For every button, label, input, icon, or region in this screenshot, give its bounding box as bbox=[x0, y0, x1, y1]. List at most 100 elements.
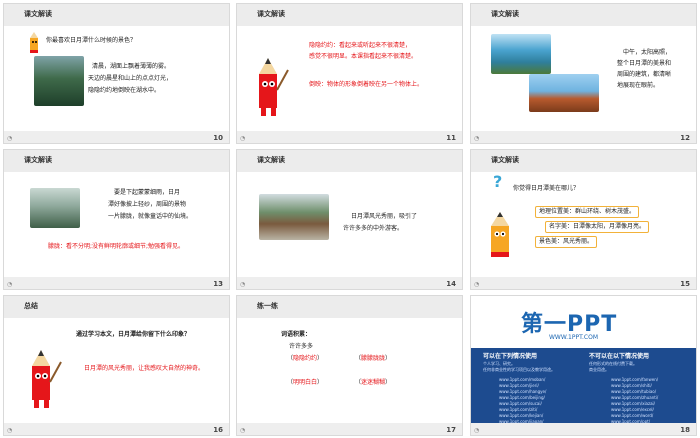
usage-info-panel: 可以在下列情况使用 不可以在以下情况使用 个人学习、研究。 任何非商业性的学习项… bbox=[471, 348, 696, 435]
passage-line-3: 周围的建筑，都清晰 bbox=[617, 71, 672, 78]
link-left[interactable]: www.1ppt.com/ziti/ bbox=[499, 407, 537, 412]
temple-photo bbox=[529, 74, 599, 112]
slide-number: 14 bbox=[446, 280, 456, 288]
slide-title: 练一练 bbox=[257, 302, 278, 310]
slide-title: 课文解读 bbox=[491, 10, 519, 18]
slide-number: 13 bbox=[213, 280, 223, 288]
misty-lake-photo bbox=[30, 188, 80, 228]
passage-line-3: 一片朦胧，就像童话中的仙境。 bbox=[108, 213, 193, 220]
passage-line-1: 日月潭风光秀丽，吸引了 bbox=[351, 213, 418, 220]
slide-title: 总结 bbox=[24, 302, 38, 310]
vocab-example: 许许多多 bbox=[289, 343, 314, 350]
slide-thumbnail-15[interactable]: 课文解读 ? 你觉得日月潭美在哪儿？ 地理位置美：群山环绕、树木茂盛。 名字美：… bbox=[470, 149, 697, 290]
paren-close: ） bbox=[385, 379, 392, 386]
slide-thumbnail-16[interactable]: 总结 通过学习本文，日月潭给你留下什么印象？ 日月潭的风光秀丽，让我感叹大自然的… bbox=[3, 295, 230, 436]
pencil-mascot-icon bbox=[491, 212, 509, 257]
slide-thumbnail-13[interactable]: 课文解读 要是下起蒙蒙细雨，日月 潭好像披上轻纱，周围的景物 一片朦胧，就像童话… bbox=[3, 149, 230, 290]
passage-line-2: 许许多多的中外游客。 bbox=[343, 225, 404, 232]
definition-daoying: 倒映：物体的形象倒着映在另一个物体上。 bbox=[309, 81, 424, 88]
slide-number: 18 bbox=[680, 426, 690, 434]
lake-photo bbox=[34, 56, 84, 106]
slide-footer: ◔ 18 bbox=[471, 423, 696, 435]
passage-line-1: 清晨，湖面上飘着薄薄的雾。 bbox=[92, 63, 171, 70]
link-left[interactable]: www.1ppt.com/sucai/ bbox=[499, 401, 542, 406]
slide-thumbnail-18[interactable]: 第一PPT WWW.1PPT.COM 可以在下列情况使用 不可以在以下情况使用 … bbox=[470, 295, 697, 436]
slide-footer: ◔ 13 bbox=[4, 277, 229, 289]
slide-footer: ◔ 11 bbox=[237, 131, 462, 143]
slide-thumbnail-12[interactable]: 课文解读 中午，太阳高照， 整个日月潭的美景和 周围的建筑，都清晰 地展现在眼前… bbox=[470, 3, 697, 144]
link-right[interactable]: www.1ppt.com/tubiao/ bbox=[611, 389, 656, 394]
slide-footer: ◔ 10 bbox=[4, 131, 229, 143]
slide-footer: ◔ 12 bbox=[471, 131, 696, 143]
passage-line-4: 地展现在眼前。 bbox=[617, 82, 660, 89]
slide-title: 课文解读 bbox=[257, 10, 285, 18]
passage-line-1: 中午，太阳高照， bbox=[623, 49, 672, 56]
slide-thumbnail-14[interactable]: 课文解读 日月潭风光秀丽，吸引了 许许多多的中外游客。 ◔ 14 bbox=[236, 149, 463, 290]
pencil-mascot-icon bbox=[259, 58, 289, 116]
slide-footer: ◔ 14 bbox=[237, 277, 462, 289]
link-left[interactable]: www.1ppt.com/hangye/ bbox=[499, 389, 546, 394]
slide-header: 课文解读 bbox=[4, 4, 229, 26]
slide-number: 15 bbox=[680, 280, 690, 288]
slide-footer: ◔ 15 bbox=[471, 277, 696, 289]
question-text: 你觉得日月潭美在哪儿？ bbox=[513, 185, 580, 192]
definition-line-1: 隐隐约约：看起来或听起来不很清楚， bbox=[309, 42, 412, 49]
paren-close: ） bbox=[317, 355, 324, 362]
link-left[interactable]: www.1ppt.com/jieri/ bbox=[499, 383, 539, 388]
answer-box-name: 名字美：日潭像太阳，月潭像月亮。 bbox=[545, 221, 650, 233]
answer-box-location: 地理位置美：群山环绕、树木茂盛。 bbox=[535, 206, 640, 218]
slide-number: 10 bbox=[213, 134, 223, 142]
vocab-word-1: 隐隐约约 bbox=[293, 355, 318, 362]
slide-header: 总结 bbox=[4, 296, 229, 318]
vocab-row-2: （朦朦胧胧） bbox=[355, 354, 391, 363]
slide-thumbnail-17[interactable]: 练一练 词语积累： 许许多多 （隐隐约约） （朦朦胧胧） （明明白白） （迷迷糊… bbox=[236, 295, 463, 436]
passage-line-2: 天边的晨星和山上的点点灯光， bbox=[88, 75, 173, 82]
slide-header: 课文解读 bbox=[4, 150, 229, 172]
vocab-row-3: （明明白白） bbox=[287, 378, 323, 387]
slide-header: 课文解读 bbox=[237, 4, 462, 26]
paren-close: ） bbox=[385, 355, 392, 362]
link-right[interactable]: www.1ppt.com/xiazai/ bbox=[611, 401, 655, 406]
link-right[interactable]: www.1ppt.com/zhuanti/ bbox=[611, 395, 658, 400]
slide-thumbnail-11[interactable]: 课文解读 隐隐约约：看起来或听起来不很清楚， 感觉不很明显。本课指看起来不很清楚… bbox=[236, 3, 463, 144]
link-left[interactable]: www.1ppt.com/beijing/ bbox=[499, 395, 545, 400]
link-right[interactable]: www.1ppt.com/fanwen/ bbox=[611, 377, 658, 382]
pencil-mascot-icon bbox=[30, 32, 38, 53]
lake-aerial-photo bbox=[491, 34, 551, 74]
slide-number: 16 bbox=[213, 426, 223, 434]
slide-title: 课文解读 bbox=[257, 156, 285, 164]
brand-logo: 第一PPT WWW.1PPT.COM bbox=[471, 296, 696, 348]
slide-header: 课文解读 bbox=[471, 150, 696, 172]
vocab-heading: 词语积累： bbox=[281, 331, 312, 338]
monument-photo bbox=[259, 194, 329, 240]
vocab-row-1: （隐隐约约） bbox=[287, 354, 323, 363]
slide-thumbnail-10[interactable]: 课文解读 你最喜欢日月潭什么时候的景色？ 清晨，湖面上飘着薄薄的雾。 天边的晨星… bbox=[3, 3, 230, 144]
link-right[interactable]: www.1ppt.com/excel/ bbox=[611, 407, 654, 412]
link-right[interactable]: www.1ppt.com/shiti/ bbox=[611, 383, 652, 388]
link-right[interactable]: www.1ppt.com/word/ bbox=[611, 413, 653, 418]
passage-line-3: 隐隐约约地倒映在湖水中。 bbox=[88, 87, 161, 94]
answer-box-scenery: 景色美：风光秀丽。 bbox=[535, 236, 598, 248]
can-use-line-2: 任何非商业性的学习项目以及教学用途。 bbox=[483, 367, 555, 372]
link-left[interactable]: www.1ppt.com/kejian/ bbox=[499, 413, 543, 418]
slide-footer: ◔ 17 bbox=[237, 423, 462, 435]
slide-title: 课文解读 bbox=[24, 10, 52, 18]
vocab-row-4: （迷迷糊糊） bbox=[355, 378, 391, 387]
slide-header: 练一练 bbox=[237, 296, 462, 318]
question-text: 你最喜欢日月潭什么时候的景色？ bbox=[46, 37, 137, 44]
link-left[interactable]: www.1ppt.com/moban/ bbox=[499, 377, 545, 382]
slide-header: 课文解读 bbox=[237, 150, 462, 172]
slide-header: 课文解读 bbox=[471, 4, 696, 26]
passage-line-2: 潭好像披上轻纱，周围的景物 bbox=[108, 201, 187, 208]
passage-line-2: 整个日月潭的美景和 bbox=[617, 60, 672, 67]
slide-number: 11 bbox=[446, 134, 456, 142]
definition-line-2: 感觉不很明显。本课指看起来不很清楚。 bbox=[309, 53, 418, 60]
paren-close: ） bbox=[317, 379, 324, 386]
slide-footer: ◔ 16 bbox=[4, 423, 229, 435]
slide-number: 17 bbox=[446, 426, 456, 434]
question-text: 通过学习本文，日月潭给你留下什么印象？ bbox=[76, 331, 191, 338]
can-use-title: 可以在下列情况使用 bbox=[483, 353, 538, 360]
logo-url: WWW.1PPT.COM bbox=[549, 334, 599, 341]
pencil-mascot-icon bbox=[32, 350, 62, 408]
cannot-use-line-2: 商业用途。 bbox=[589, 367, 609, 372]
